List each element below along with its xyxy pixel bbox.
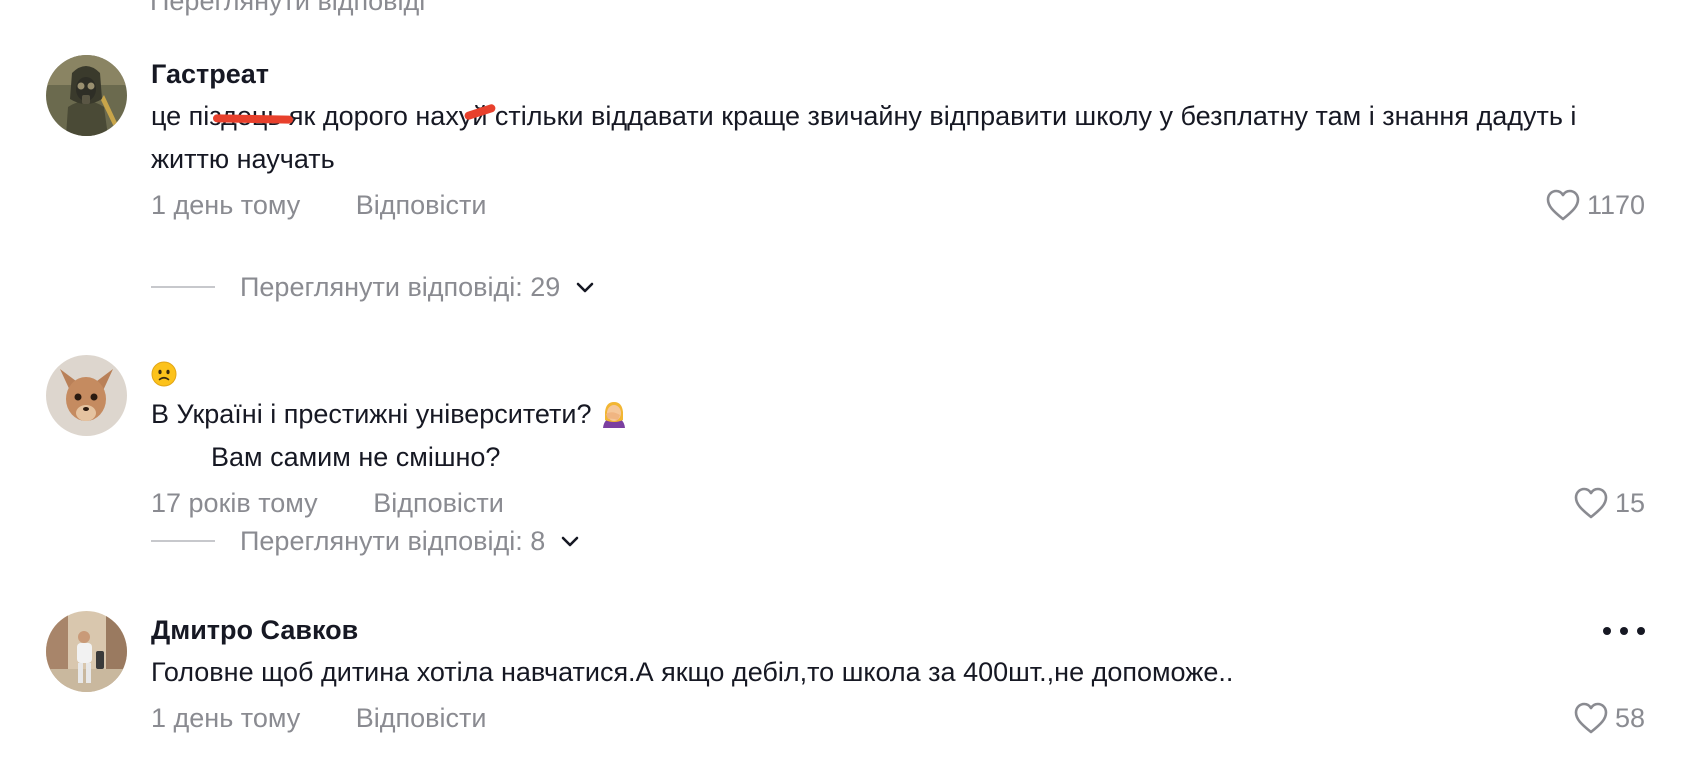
comment-meta: 1 день тому Відповісти 58 xyxy=(151,698,1645,738)
comment-author[interactable]: 🙁 xyxy=(151,353,1645,391)
avatar[interactable] xyxy=(46,611,127,692)
avatar-image xyxy=(46,55,127,136)
comment-text: це піздець як дорого нахуй стільки відда… xyxy=(151,101,1584,174)
comment-author[interactable]: Дмитро Савков xyxy=(151,611,1645,649)
reply-button[interactable]: Відповісти xyxy=(373,483,504,523)
like-button[interactable]: 1170 xyxy=(1545,185,1645,225)
woman-facepalming-icon xyxy=(603,402,625,428)
avatar-image xyxy=(46,611,127,692)
comment-text-part: В Україні і престижні університети? xyxy=(151,399,599,429)
more-dot xyxy=(1637,627,1645,635)
avatar-image xyxy=(46,355,127,436)
view-replies-label: Переглянути відповіді: 29 xyxy=(240,271,561,302)
comment-body: 🙁 В Україні і престижні університети? 🤦‍… xyxy=(151,353,1645,523)
slightly-frowning-face-icon xyxy=(151,361,177,387)
more-dot xyxy=(1620,627,1628,635)
more-dot xyxy=(1603,627,1611,635)
heart-outline-icon xyxy=(1546,189,1580,221)
avatar[interactable] xyxy=(46,55,127,136)
reply-button[interactable]: Відповісти xyxy=(356,185,487,225)
comment-author[interactable]: Гастреат xyxy=(151,55,1645,93)
view-replies-button[interactable]: Переглянути відповіді: 8 xyxy=(151,521,581,561)
view-replies-partial[interactable]: Переглянути відповіді xyxy=(150,0,425,17)
comment-time: 1 день тому xyxy=(151,703,301,733)
comment-text-part: Вам самим не смішно? xyxy=(211,442,501,472)
comment-meta: 1 день тому Відповісти 1170 xyxy=(151,185,1645,225)
comment-text: Головне щоб дитина хотіла навчатися.А як… xyxy=(151,657,1234,687)
comment-time: 17 років тому xyxy=(151,488,318,518)
like-count: 1170 xyxy=(1586,190,1645,220)
censor-mark xyxy=(212,114,294,124)
view-replies-button[interactable]: Переглянути відповіді: 29 xyxy=(151,267,596,307)
comment-body: Гастреат це піздець як дорого нахуй стіл… xyxy=(151,55,1645,225)
divider-line xyxy=(151,286,215,288)
like-count: 58 xyxy=(1614,703,1645,733)
comments-section: Переглянути відповіді Гастреат це піздец… xyxy=(0,0,1684,774)
heart-outline-icon xyxy=(1574,702,1608,734)
like-button[interactable]: 15 xyxy=(1573,483,1645,523)
more-options-button[interactable] xyxy=(1603,619,1645,643)
comment-meta: 17 років тому Відповісти 15 xyxy=(151,483,1645,523)
chevron-down-icon xyxy=(561,536,579,547)
like-count: 15 xyxy=(1614,488,1645,518)
reply-button[interactable]: Відповісти xyxy=(356,698,487,738)
avatar[interactable] xyxy=(46,355,127,436)
chevron-down-icon xyxy=(577,282,594,293)
view-replies-label: Переглянути відповіді: 8 xyxy=(240,525,546,556)
divider-line xyxy=(151,540,215,542)
comment-text: В Україні і престижні університети? 🤦‍♀️… xyxy=(151,393,1645,479)
comment-time: 1 день тому xyxy=(151,190,301,220)
heart-outline-icon xyxy=(1574,487,1608,519)
like-button[interactable]: 58 xyxy=(1573,698,1645,738)
comment-body: Дмитро Савков Головне щоб дитина хотіла … xyxy=(151,611,1645,738)
